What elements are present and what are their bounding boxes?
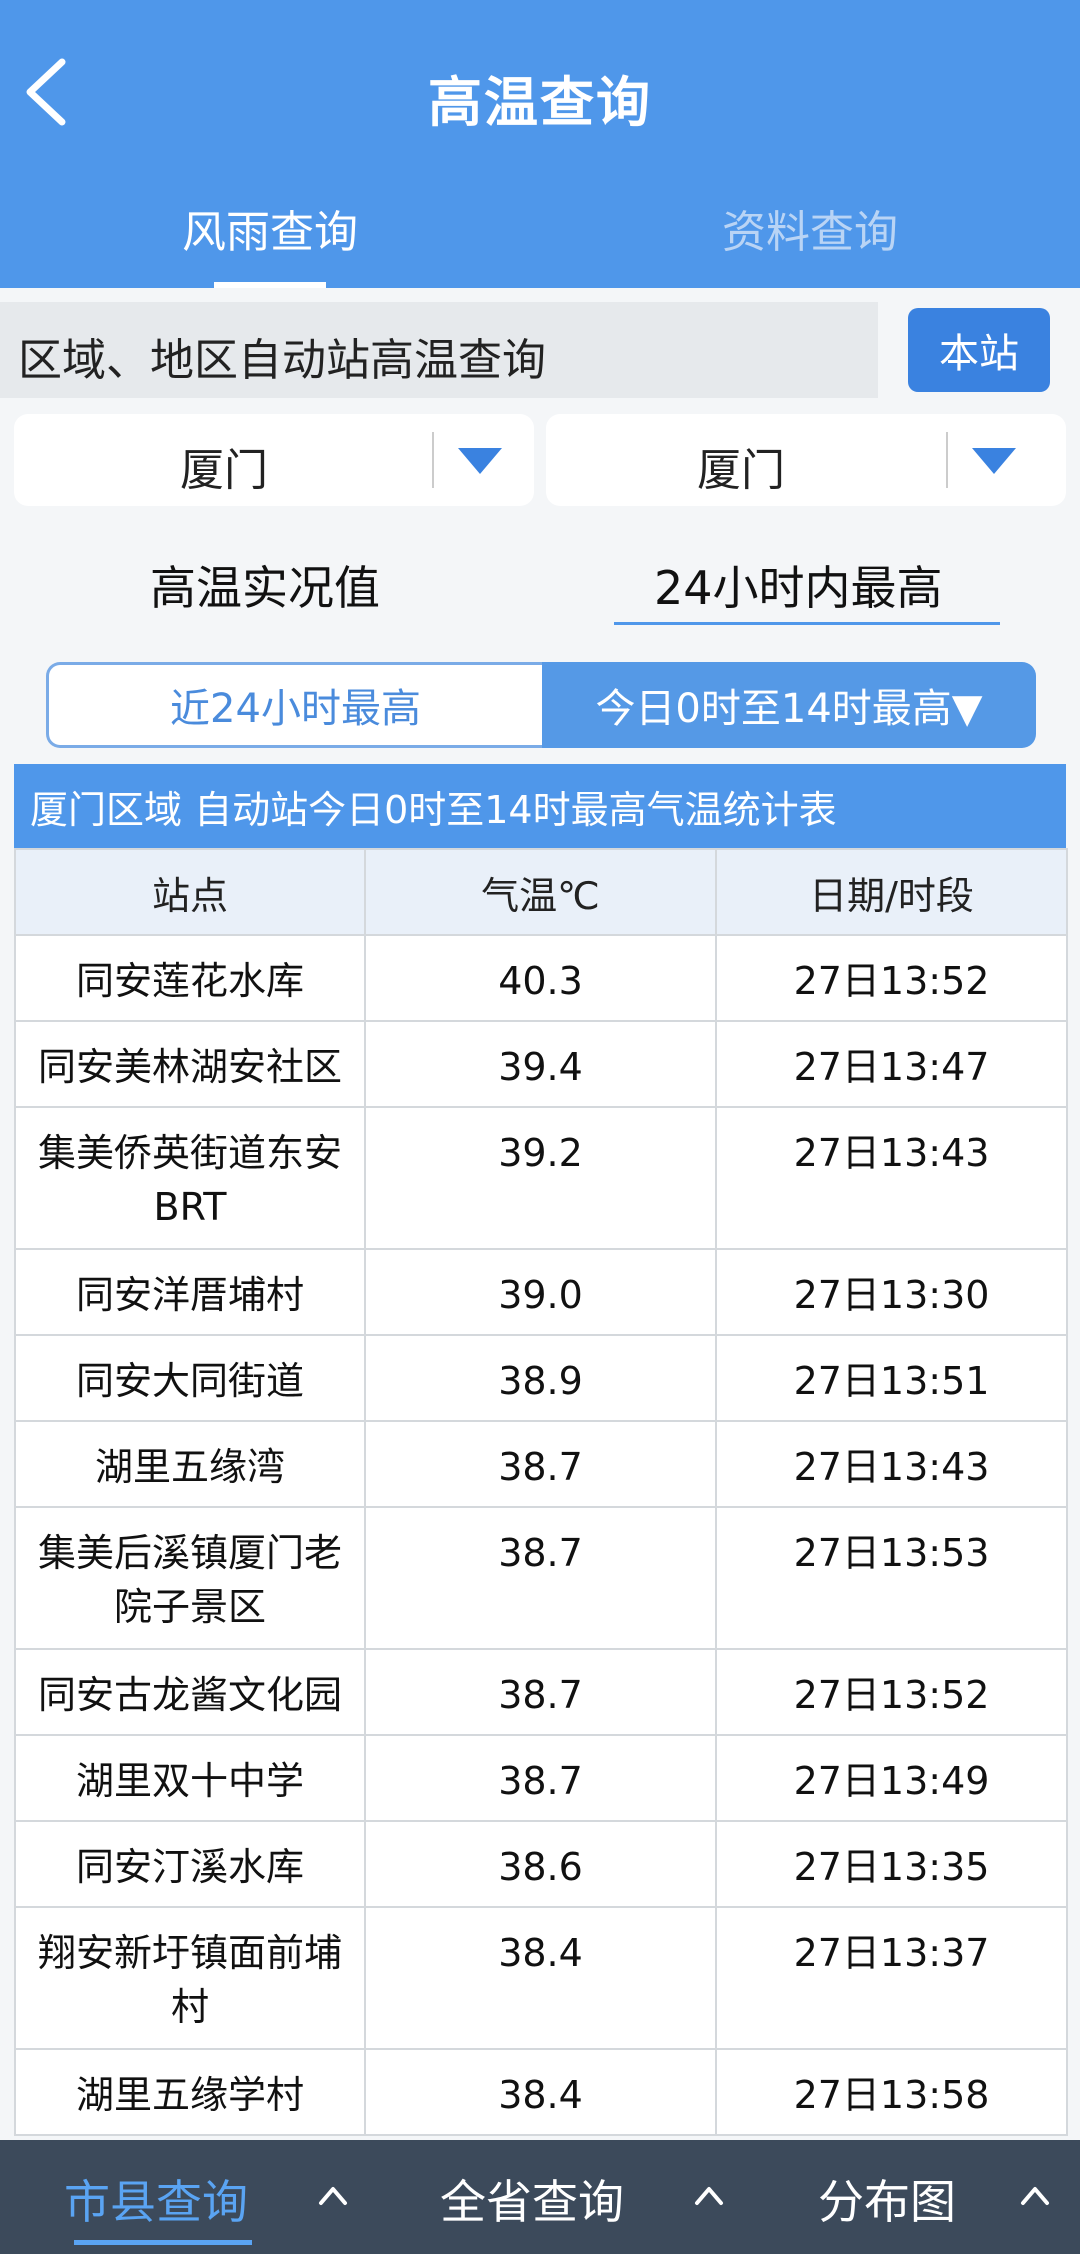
time-cell: 27日13:43 [715, 1106, 1068, 1250]
temp-cell: 38.7 [364, 1506, 717, 1650]
column-header-temp: 气温℃ [364, 848, 717, 936]
nav-county-query[interactable]: 市县查询 [64, 2166, 248, 2232]
station-cell: 集美后溪镇厦门老院子景区 [14, 1506, 366, 1650]
station-cell: 同安古龙酱文化园 [14, 1648, 366, 1736]
query-bar: 区域、地区自动站高温查询 [0, 302, 878, 398]
station-cell: 同安汀溪水库 [14, 1820, 366, 1908]
station-cell: 同安莲花水库 [14, 934, 366, 1022]
dropdown-triangle-icon[interactable] [456, 446, 504, 476]
table-row: 同安莲花水库 40.3 27日13:52 [14, 934, 1068, 1022]
table-header-row: 站点 气温℃ 日期/时段 [14, 848, 1068, 936]
temp-cell: 39.0 [364, 1248, 717, 1336]
chevron-up-icon[interactable] [694, 2184, 724, 2206]
table-row: 同安洋厝埔村 39.0 27日13:30 [14, 1248, 1068, 1336]
station-cell: 湖里五缘学村 [14, 2048, 366, 2136]
temp-cell: 38.4 [364, 2048, 717, 2136]
time-cell: 27日13:51 [715, 1334, 1068, 1422]
station-cell: 同安大同街道 [14, 1334, 366, 1422]
subregion-select[interactable]: 厦门 [546, 414, 1066, 506]
temp-cell: 38.7 [364, 1734, 717, 1822]
station-cell: 湖里双十中学 [14, 1734, 366, 1822]
temp-cell: 38.7 [364, 1420, 717, 1508]
region-select-value: 厦门 [180, 445, 268, 496]
time-cell: 27日13:30 [715, 1248, 1068, 1336]
column-header-time: 日期/时段 [715, 848, 1068, 936]
query-label: 区域、地区自动站高温查询 [18, 335, 546, 386]
nav-distribution-map[interactable]: 分布图 [818, 2166, 956, 2232]
station-cell: 翔安新圩镇面前埔村 [14, 1906, 366, 2050]
subregion-select-value: 厦门 [697, 445, 785, 496]
table-title: 厦门区域 自动站今日0时至14时最高气温统计表 [14, 764, 1066, 848]
temperature-table: 站点 气温℃ 日期/时段 同安莲花水库 40.3 27日13:52 同安美林湖安… [14, 848, 1068, 2136]
table-row: 同安古龙酱文化园 38.7 27日13:52 [14, 1648, 1068, 1736]
time-cell: 27日13:58 [715, 2048, 1068, 2136]
app-header: 高温查询 风雨查询 资料查询 [0, 0, 1080, 288]
tab-underline [214, 282, 326, 288]
table-row: 翔安新圩镇面前埔村 38.4 27日13:37 [14, 1906, 1068, 2050]
temp-cell: 38.7 [364, 1648, 717, 1736]
segment-today-0-14[interactable]: 今日0时至14时最高▼ [542, 662, 1036, 748]
station-button[interactable]: 本站 [908, 308, 1050, 392]
table-row: 同安汀溪水库 38.6 27日13:35 [14, 1820, 1068, 1908]
table-row: 同安大同街道 38.9 27日13:51 [14, 1334, 1068, 1422]
temp-cell: 38.4 [364, 1906, 717, 2050]
time-cell: 27日13:53 [715, 1506, 1068, 1650]
chevron-up-icon[interactable] [318, 2184, 348, 2206]
station-cell: 同安洋厝埔村 [14, 1248, 366, 1336]
time-cell: 27日13:37 [715, 1906, 1068, 2050]
select-divider [432, 432, 434, 488]
sub-tab-underline [614, 622, 1000, 625]
time-cell: 27日13:47 [715, 1020, 1068, 1108]
table-row: 集美后溪镇厦门老院子景区 38.7 27日13:53 [14, 1506, 1068, 1650]
temp-cell: 38.9 [364, 1334, 717, 1422]
time-cell: 27日13:52 [715, 934, 1068, 1022]
temp-cell: 40.3 [364, 934, 717, 1022]
temp-cell: 38.6 [364, 1820, 717, 1908]
tab-data-query[interactable]: 资料查询 [540, 196, 1080, 260]
station-cell: 湖里五缘湾 [14, 1420, 366, 1508]
station-cell: 集美侨英街道东安BRT [14, 1106, 366, 1250]
chevron-up-icon[interactable] [1020, 2184, 1050, 2206]
time-cell: 27日13:35 [715, 1820, 1068, 1908]
tab-wind-rain[interactable]: 风雨查询 [0, 196, 540, 260]
table-row: 湖里双十中学 38.7 27日13:49 [14, 1734, 1068, 1822]
column-header-station: 站点 [14, 848, 366, 936]
time-cell: 27日13:43 [715, 1420, 1068, 1508]
region-select[interactable]: 厦门 [14, 414, 534, 506]
select-divider [946, 432, 948, 488]
nav-active-underline [74, 2240, 252, 2245]
temp-cell: 39.2 [364, 1106, 717, 1250]
temp-cell: 39.4 [364, 1020, 717, 1108]
table-row: 集美侨英街道东安BRT 39.2 27日13:43 [14, 1106, 1068, 1250]
page-title: 高温查询 [428, 71, 652, 134]
table-row: 湖里五缘湾 38.7 27日13:43 [14, 1420, 1068, 1508]
time-cell: 27日13:49 [715, 1734, 1068, 1822]
time-cell: 27日13:52 [715, 1648, 1068, 1736]
segment-last-24h[interactable]: 近24小时最高 [46, 662, 542, 748]
tab-24h-high[interactable]: 24小时内最高 [654, 552, 943, 618]
dropdown-triangle-icon[interactable] [970, 446, 1018, 476]
nav-province-query[interactable]: 全省查询 [440, 2166, 624, 2232]
table-row: 湖里五缘学村 38.4 27日13:58 [14, 2048, 1068, 2136]
bottom-nav: 市县查询 全省查询 分布图 [0, 2140, 1080, 2254]
table-row: 同安美林湖安社区 39.4 27日13:47 [14, 1020, 1068, 1108]
tab-realtime-high[interactable]: 高温实况值 [150, 552, 380, 618]
station-cell: 同安美林湖安社区 [14, 1020, 366, 1108]
